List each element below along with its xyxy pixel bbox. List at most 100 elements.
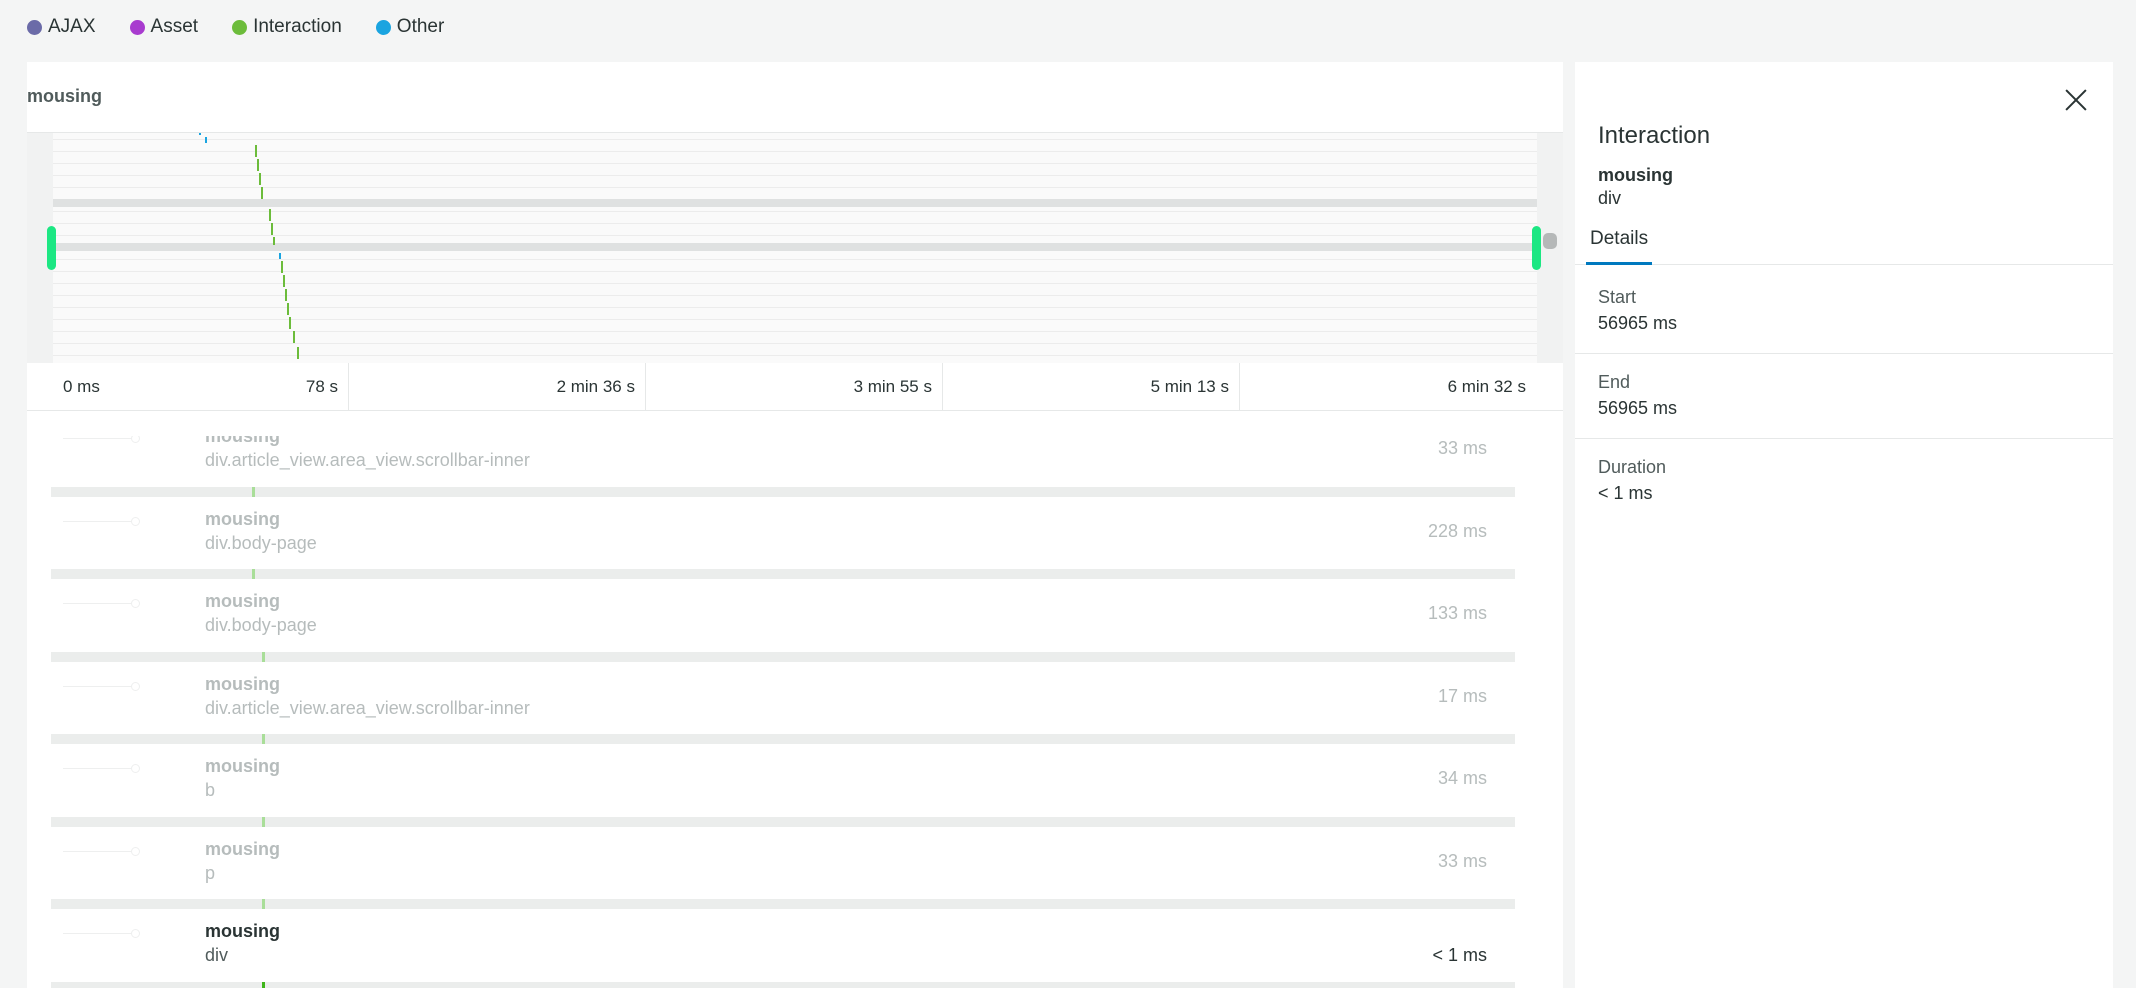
- item-timing-bar: [51, 816, 1515, 827]
- list-item[interactable]: mousing div.article_view.area_view.scrol…: [27, 436, 1542, 497]
- overview-grid-line: [53, 319, 1537, 320]
- legend: AJAX Asset Interaction Other: [27, 14, 444, 40]
- overview-event-mark: [289, 317, 291, 329]
- item-timing-bar: [51, 899, 1515, 909]
- time-axis: 0 ms 78 s 2 min 36 s 3 min 55 s 5 min 13…: [27, 363, 1563, 411]
- tree-node-icon: [131, 846, 140, 856]
- overview-grid-line: [53, 211, 1537, 212]
- item-name: mousing: [205, 436, 280, 446]
- timing-mark: [262, 651, 265, 662]
- overview-chart-area[interactable]: [53, 133, 1537, 363]
- overview-grid-line: [53, 187, 1537, 188]
- overview-grid-line: [53, 283, 1537, 284]
- overview-event-mark: [269, 209, 271, 221]
- item-duration: 33 ms: [1437, 850, 1487, 871]
- tree-connector: [63, 438, 135, 439]
- item-selector: p: [205, 862, 216, 883]
- timing-mark: [262, 734, 265, 744]
- tree-node-icon: [131, 436, 140, 443]
- field-label: Start: [1598, 287, 1637, 307]
- close-icon[interactable]: [2062, 86, 2090, 114]
- timeline-panel: mousing 0 ms 78 s 2 min 36 s 3 min 55 s …: [27, 62, 1563, 988]
- overview-track: [53, 199, 1537, 207]
- item-name: mousing: [205, 508, 280, 529]
- range-end-handle[interactable]: [1532, 226, 1541, 270]
- timeline-overview[interactable]: [27, 133, 1563, 363]
- tree-connector: [63, 603, 135, 604]
- detail-panel: Interaction mousing div Details Start 56…: [1575, 62, 2113, 988]
- axis-tick-label-start: 0 ms: [63, 377, 100, 396]
- item-duration: 228 ms: [1427, 520, 1487, 541]
- overview-event-mark: [199, 133, 201, 135]
- panel-title: mousing: [27, 86, 102, 106]
- overview-grid-line: [53, 163, 1537, 164]
- item-name: mousing: [205, 591, 280, 611]
- legend-item-ajax[interactable]: AJAX: [27, 16, 96, 38]
- overview-grid-line: [53, 259, 1537, 260]
- detail-name: mousing: [1598, 165, 1673, 185]
- item-timing-bar: [51, 734, 1515, 744]
- item-duration: < 1 ms: [1432, 945, 1487, 965]
- tab-bar: Details: [1575, 228, 2113, 265]
- item-duration: 33 ms: [1437, 438, 1487, 458]
- overview-event-mark: [297, 347, 299, 359]
- list-item[interactable]: mousing b 34 ms: [27, 744, 1542, 827]
- field-value: 56965 ms: [1598, 313, 1678, 333]
- item-duration: 17 ms: [1437, 685, 1487, 706]
- overview-event-mark: [259, 173, 261, 185]
- axis-tick-label: 78 s: [305, 377, 338, 396]
- axis-tick-label: 5 min 13 s: [1150, 377, 1229, 396]
- axis-tick-label: 6 min 32 s: [1447, 377, 1526, 396]
- overview-event-mark: [205, 137, 207, 143]
- list-item[interactable]: mousing p 33 ms: [27, 827, 1542, 909]
- overview-scroll-knob[interactable]: [1543, 233, 1557, 249]
- overview-event-mark: [281, 261, 283, 273]
- overview-grid-line: [53, 151, 1537, 152]
- overview-grid-line: [53, 271, 1537, 272]
- tree-connector: [63, 685, 135, 687]
- timing-mark: [262, 981, 265, 988]
- item-name: mousing: [205, 838, 280, 859]
- timing-mark: [262, 816, 265, 827]
- legend-item-interaction[interactable]: Interaction: [232, 16, 342, 38]
- axis-tick: 6 min 32 s: [1239, 363, 1536, 410]
- other-dot-icon: [375, 19, 391, 35]
- overview-grid-line: [53, 223, 1537, 224]
- item-timing-bar: [51, 981, 1515, 988]
- overview-event-mark: [273, 237, 275, 245]
- overview-event-mark: [261, 187, 263, 199]
- axis-tick: 3 min 55 s: [645, 363, 943, 410]
- overview-grid-line: [53, 295, 1537, 296]
- item-selector: div.body-page: [205, 532, 317, 553]
- ajax-dot-icon: [27, 19, 42, 35]
- item-name: mousing: [205, 756, 280, 776]
- item-timing-bar: [51, 486, 1515, 497]
- legend-label: Interaction: [253, 16, 342, 37]
- tab-details[interactable]: Details: [1586, 228, 1653, 265]
- tree-node-icon: [131, 516, 140, 526]
- field-duration: Duration < 1 ms: [1575, 439, 2113, 523]
- legend-item-other[interactable]: Other: [375, 16, 444, 38]
- overview-grid-line: [53, 307, 1537, 308]
- asset-dot-icon: [129, 19, 145, 35]
- item-selector: div.article_view.area_view.scrollbar-inn…: [205, 697, 530, 718]
- field-label: Duration: [1598, 457, 1667, 477]
- item-selector: div: [205, 945, 229, 965]
- list-item[interactable]: mousing div.article_view.area_view.scrol…: [27, 662, 1542, 744]
- overview-event-mark: [279, 253, 281, 259]
- interaction-list[interactable]: mousing div.article_view.area_view.scrol…: [27, 436, 1542, 988]
- field-value: < 1 ms: [1598, 483, 1653, 503]
- timing-mark: [252, 569, 255, 579]
- overview-grid-line: [53, 355, 1537, 356]
- overview-event-mark: [293, 331, 295, 343]
- list-item[interactable]: mousing div.body-page 133 ms: [27, 579, 1542, 662]
- tree-node-icon: [131, 764, 140, 773]
- range-start-handle[interactable]: [47, 226, 56, 270]
- tree-node-icon: [131, 681, 140, 691]
- overview-track: [53, 243, 1537, 251]
- overview-grid-line: [53, 139, 1537, 140]
- list-item-selected[interactable]: mousing div < 1 ms: [27, 909, 1542, 988]
- legend-item-asset[interactable]: Asset: [129, 16, 198, 38]
- axis-tick-label: 3 min 55 s: [853, 377, 932, 396]
- list-item[interactable]: mousing div.body-page 228 ms: [27, 497, 1542, 579]
